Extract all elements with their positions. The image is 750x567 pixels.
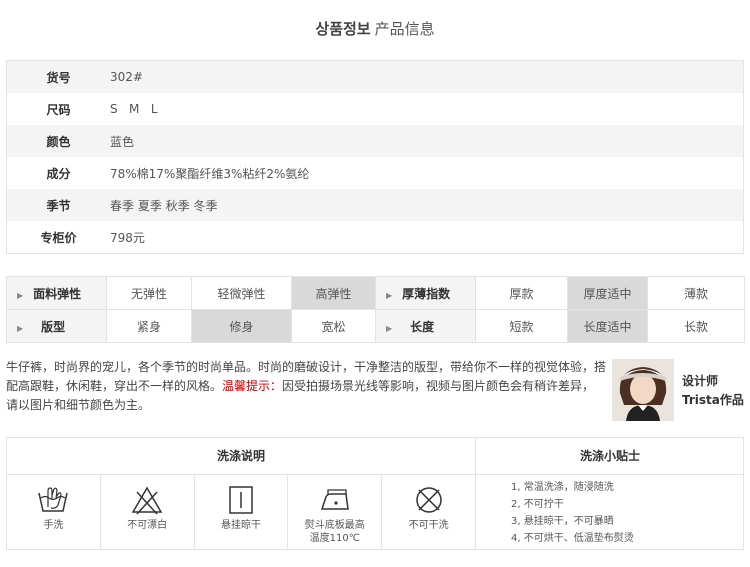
attr-option-selected: 长度适中	[567, 309, 648, 343]
warning-label: 温馨提示：	[222, 379, 283, 393]
info-row-price: 专柜价 798元	[7, 221, 743, 253]
designer-avatar	[612, 359, 674, 421]
attr-label: ▶ 长度	[375, 309, 476, 343]
info-value: 302#	[110, 70, 143, 84]
designer-title: 设计师	[682, 374, 719, 388]
info-row-season: 季节 春季 夏季 秋季 冬季	[7, 189, 743, 221]
product-info-table: 货号 302# 尺码 S M L 颜色 蓝色 成分 78%棉17%聚酯纤维3%粘纤2%氨…	[6, 60, 744, 254]
wash-section: 洗涤说明 洗涤小贴士 手洗 不可漂白 悬挂晾干 熨斗底板最高 温度110℃ 不可…	[6, 437, 744, 550]
attr-option: 厚款	[475, 276, 568, 310]
info-key: 成分	[46, 166, 71, 181]
attr-option-selected: 厚度适中	[567, 276, 648, 310]
attr-label: ▶ 厚薄指数	[375, 276, 476, 310]
title-korean: 상품정보	[315, 20, 371, 38]
wash-item-label: 熨斗底板最高 温度110℃	[304, 520, 365, 544]
info-key: 货号	[46, 70, 71, 85]
attr-label: ▶ 版型	[6, 309, 107, 343]
hand-wash-icon	[38, 487, 69, 512]
info-key: 尺码	[46, 102, 71, 117]
wash-item-label: 不可漂白	[127, 520, 168, 531]
wash-item-label: 手洗	[43, 520, 64, 531]
product-description: 牛仔裤，时尚界的宠儿，各个季节的时尚单品。时尚的磨破设计，干净整洁的版型，带给你…	[6, 358, 606, 415]
triangle-right-icon: ▶	[386, 290, 393, 300]
designer-name: Trista作品	[682, 393, 744, 407]
attr-option: 宽松	[291, 309, 376, 343]
triangle-right-icon: ▶	[386, 323, 393, 333]
info-row-color: 颜色 蓝色	[7, 125, 743, 157]
wash-tip: 2, 不可拧干	[511, 499, 564, 510]
attr-option-selected: 高弹性	[291, 276, 376, 310]
info-value: 春季 夏季 秋季 冬季	[110, 198, 218, 213]
wash-item: 不可干洗	[382, 475, 475, 550]
info-row-sku: 货号 302#	[7, 61, 743, 93]
attr-option: 薄款	[647, 276, 745, 310]
info-value: 78%棉17%聚酯纤维3%粘纤2%氨纶	[110, 166, 310, 181]
attr-label: ▶ 面料弹性	[6, 276, 107, 310]
wash-item-label: 悬挂晾干	[220, 520, 261, 531]
attr-option-selected: 修身	[191, 309, 292, 343]
attribute-grid: ▶ 面料弹性 无弹性 轻微弹性 高弹性 ▶ 厚薄指数 厚款 厚度适中 薄款 ▶ 版型 …	[6, 276, 745, 343]
wash-tip: 4, 不可烘干、低温垫布熨烫	[511, 533, 634, 544]
wash-tips-title: 洗涤小贴士	[476, 438, 744, 475]
wash-tip: 1, 常温洗涤，随浸随洗	[511, 482, 614, 493]
wash-item: 悬挂晾干	[195, 475, 289, 550]
attr-option: 长款	[647, 309, 745, 343]
triangle-right-icon: ▶	[17, 323, 24, 333]
wash-tip: 3, 悬挂晾干，不可暴晒	[511, 516, 614, 527]
wash-item: 手洗	[7, 475, 101, 550]
page-title: 상품정보 产品信息	[0, 18, 750, 39]
info-value: S M L	[110, 102, 158, 116]
hang-dry-icon	[229, 486, 253, 514]
iron-110-icon	[320, 489, 349, 510]
title-chinese: 产品信息	[374, 20, 435, 38]
no-dry-clean-icon	[415, 487, 442, 513]
info-row-size: 尺码 S M L	[7, 93, 743, 125]
attr-option: 紧身	[106, 309, 192, 343]
wash-tips-list: 1, 常温洗涤，随浸随洗 2, 不可拧干 3, 悬挂晾干，不可暴晒 4, 不可烘…	[511, 479, 634, 547]
info-key: 专柜价	[40, 230, 77, 245]
wash-icons: 手洗 不可漂白 悬挂晾干 熨斗底板最高 温度110℃ 不可干洗	[7, 475, 476, 550]
attr-option: 轻微弹性	[191, 276, 292, 310]
no-bleach-icon	[131, 486, 163, 515]
wash-item: 熨斗底板最高 温度110℃	[288, 475, 383, 550]
info-key: 季节	[46, 198, 71, 213]
info-value: 蓝色	[110, 134, 135, 149]
info-value: 798元	[110, 230, 145, 245]
wash-item-label: 不可干洗	[408, 520, 449, 531]
attr-row-1: ▶ 面料弹性 无弹性 轻微弹性 高弹性 ▶ 厚薄指数 厚款 厚度适中 薄款	[6, 276, 745, 310]
info-row-composition: 成分 78%棉17%聚酯纤维3%粘纤2%氨纶	[7, 157, 743, 189]
attr-option: 无弹性	[106, 276, 192, 310]
triangle-right-icon: ▶	[17, 290, 24, 300]
attr-row-2: ▶ 版型 紧身 修身 宽松 ▶ 长度 短款 长度适中 长款	[6, 309, 745, 343]
attr-option: 短款	[475, 309, 568, 343]
info-key: 颜色	[46, 134, 71, 149]
designer-credit: 设计师 Trista作品	[682, 372, 744, 410]
wash-item: 不可漂白	[101, 475, 195, 550]
wash-instructions-title: 洗涤说明	[7, 438, 476, 475]
